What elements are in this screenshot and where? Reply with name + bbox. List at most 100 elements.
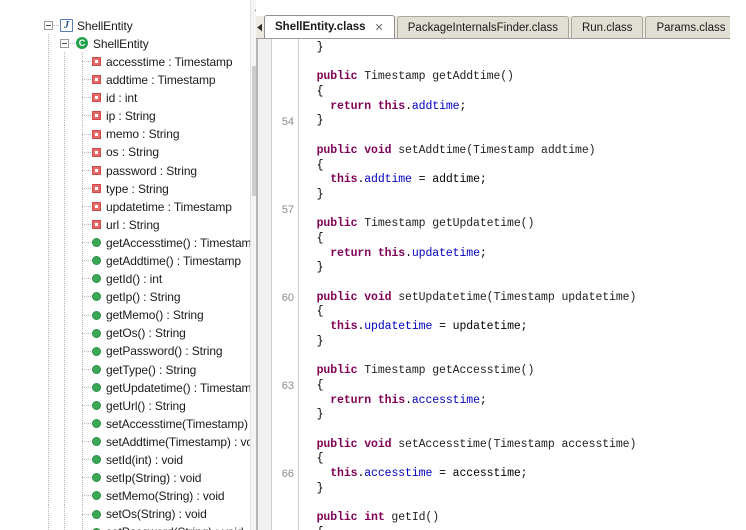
editor-marker-bar[interactable] [256, 39, 272, 530]
code-token: this [377, 393, 406, 407]
code-token: } [303, 41, 324, 54]
tree-connector [82, 278, 92, 280]
method-icon [92, 382, 101, 392]
tree-item[interactable]: memo : String [0, 124, 250, 143]
tree-item[interactable]: getPassword() : String [0, 341, 250, 360]
tree-item-label: setId(int) : void [106, 453, 183, 468]
tree-item-label: memo : String [106, 127, 180, 142]
tree-item[interactable]: setPassword(String) : void [0, 522, 250, 530]
tree-item[interactable]: password : String [0, 160, 250, 179]
code-token: . [405, 246, 412, 260]
tree-item[interactable]: setAddtime(Timestamp) : void [0, 432, 250, 451]
editor-tab[interactable]: Params.class [645, 16, 730, 38]
editor-tab[interactable]: PackageInternalsFinder.class [396, 16, 569, 38]
editor-tab[interactable]: Run.class [570, 16, 644, 38]
tree-item[interactable]: setId(int) : void [0, 450, 250, 469]
tree-expander-minus-icon[interactable] [44, 21, 53, 30]
tree-item[interactable]: getUpdatetime() : Timestamp [0, 377, 250, 396]
tree-indent-guide [48, 196, 49, 216]
tree-indent-guide [64, 196, 65, 216]
tree-indent-guide [48, 432, 49, 451]
tree-item-label: password : String [106, 163, 198, 178]
code-token: updatetime [364, 320, 433, 334]
code-editor-area[interactable]: 545760636669 } public Timestamp getAddti… [256, 39, 730, 530]
tree-connector [82, 477, 92, 479]
tree-item[interactable]: ip : String [0, 106, 250, 125]
java-file-icon: J [60, 19, 73, 32]
tree-item[interactable]: getOs() : String [0, 323, 250, 342]
tree-item[interactable]: getIp() : String [0, 287, 250, 306]
code-token: . [405, 393, 412, 407]
tree-item[interactable]: setOs(String) : void [0, 504, 250, 523]
code-line: { [303, 232, 730, 247]
tree-connector [82, 133, 92, 135]
tree-expander-minus-icon[interactable] [60, 39, 69, 49]
tree-item-label: getPassword() : String [106, 344, 223, 359]
tree-item[interactable]: updatetime : Timestamp [0, 196, 250, 216]
tree-item[interactable]: C ShellEntity [0, 34, 250, 53]
code-line: { [303, 452, 730, 467]
tree-indent-guide [64, 468, 65, 487]
tree-indent-guide [48, 504, 49, 523]
tree-indent-guide [64, 504, 65, 523]
tree-item[interactable]: getType() : String [0, 359, 250, 378]
outline-tree-panel[interactable]: J ShellEntity C ShellEntity accesstime : Tim… [0, 0, 250, 530]
editor-tab-label: PackageInternalsFinder.class [407, 21, 558, 34]
code-token: = accesstime; [432, 466, 528, 480]
tree-item[interactable]: getUrl() : String [0, 395, 250, 415]
tree-item[interactable]: setMemo(String) : void [0, 486, 250, 505]
tree-item[interactable]: getAddtime() : Timestamp [0, 251, 250, 270]
tree-indent-guide [64, 486, 65, 505]
tree-item[interactable]: url : String [0, 215, 250, 234]
editor-tab[interactable]: ShellEntity.class ✕ [264, 15, 395, 38]
code-token: public void [316, 290, 392, 304]
tree-item[interactable]: setIp(String) : void [0, 468, 250, 487]
code-token: { [303, 158, 324, 172]
tree-indent-guide [64, 414, 65, 433]
tree-indent-guide [64, 142, 65, 161]
tree-item-label: setAccesstime(Timestamp) : void [106, 416, 250, 431]
tree-item-label: setAddtime(Timestamp) : void [106, 434, 250, 449]
code-line: { [303, 85, 730, 100]
tree-connector [82, 242, 92, 244]
tree-connector [82, 97, 92, 99]
method-icon [92, 274, 101, 284]
tree-item[interactable]: setAccesstime(Timestamp) : void [0, 414, 250, 433]
code-token: { [303, 526, 324, 530]
tree-indent-guide [64, 359, 65, 378]
code-token: addtime [364, 173, 412, 187]
tree-item[interactable]: J ShellEntity [0, 16, 250, 34]
code-token: this [330, 320, 358, 334]
field-icon [92, 220, 101, 230]
code-token: getId() [384, 511, 440, 524]
tree-indent-guide [64, 124, 65, 143]
field-icon [92, 147, 101, 157]
field-icon [92, 111, 101, 121]
tree-item[interactable]: accesstime : Timestamp [0, 52, 250, 71]
editor-tab-bar: ShellEntity.class ✕ PackageInternalsFinder… [256, 15, 730, 39]
tree-item-label: ip : String [106, 109, 156, 124]
tree-item[interactable]: addtime : Timestamp [0, 70, 250, 89]
tree-item[interactable]: id : int [0, 88, 250, 107]
close-icon[interactable]: ✕ [375, 21, 384, 34]
tab-scroll-left-icon[interactable] [256, 16, 264, 38]
tree-item[interactable]: type : String [0, 178, 250, 197]
tree-item[interactable]: os : String [0, 142, 250, 161]
tree-item[interactable]: getAccesstime() : Timestamp [0, 233, 250, 252]
tree-item[interactable]: getMemo() : String [0, 305, 250, 324]
tree-indent-guide [64, 251, 65, 270]
tree-connector [82, 368, 92, 370]
code-token: { [303, 305, 324, 319]
tree-connector [82, 350, 92, 352]
tree-indent-guide [64, 395, 65, 415]
code-line: public int getId() [303, 511, 730, 526]
source-code-text[interactable]: } public Timestamp getAddtime() { return… [299, 39, 730, 530]
tree-item[interactable]: getId() : int [0, 269, 250, 288]
outline-tree-list[interactable]: J ShellEntity C ShellEntity accesstime : Tim… [0, 16, 250, 530]
